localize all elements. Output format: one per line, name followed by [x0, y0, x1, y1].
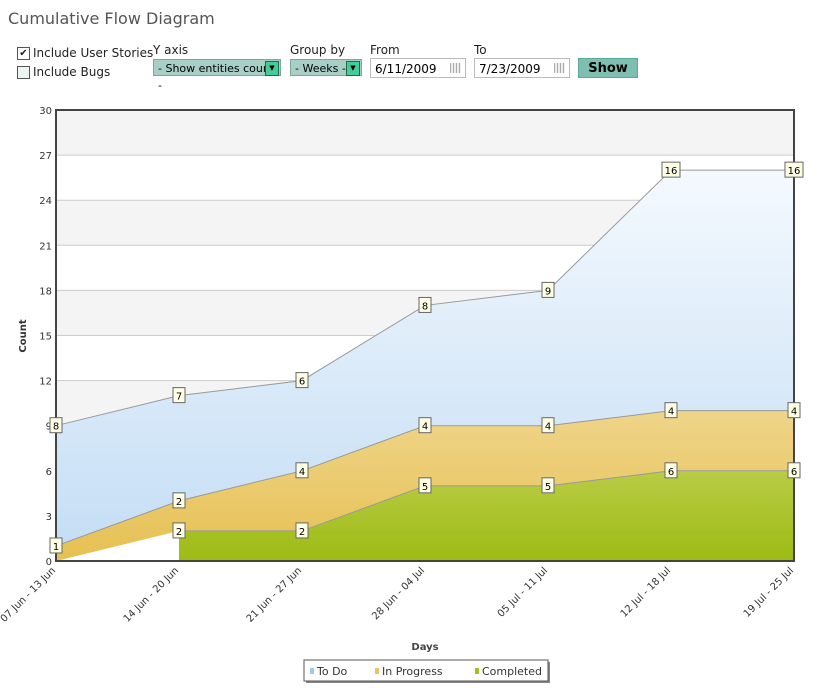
- y-tick-label: 3: [46, 512, 52, 523]
- data-label-in-progress: 4: [668, 407, 674, 418]
- data-label-to-do: 16: [665, 166, 678, 177]
- data-label-to-do: 8: [53, 422, 59, 433]
- x-tick-label: 05 Jul - 11 Jul: [496, 565, 550, 619]
- y-tick-label: 21: [39, 241, 52, 252]
- legend-swatch: [475, 668, 479, 674]
- legend-swatch: [310, 668, 314, 674]
- y-tick-label: 18: [39, 286, 52, 297]
- data-label-in-progress: 1: [53, 542, 59, 553]
- data-label-completed: 6: [791, 467, 797, 478]
- y-axis-title: Count: [18, 319, 29, 352]
- legend-swatch: [375, 668, 379, 674]
- legend-item: To Do: [316, 665, 348, 678]
- cumulative-flow-chart: 0369121518212427308172264284594516461646…: [0, 106, 804, 683]
- data-label-completed: 5: [422, 482, 428, 493]
- x-tick-label: 19 Jul - 25 Jul: [742, 565, 796, 619]
- data-label-to-do: 8: [422, 301, 428, 312]
- y-tick-label: 24: [39, 196, 52, 207]
- data-label-in-progress: 4: [791, 407, 797, 418]
- data-label-in-progress: 4: [545, 422, 551, 433]
- y-tick-label: 30: [39, 106, 52, 117]
- x-tick-label: 14 Jun - 20 Jun: [122, 565, 181, 624]
- legend-item: In Progress: [382, 665, 443, 678]
- data-label-completed: 2: [299, 527, 305, 538]
- data-label-to-do: 6: [299, 377, 305, 388]
- y-tick-label: 12: [39, 377, 52, 388]
- x-tick-label: 07 Jun - 13 Jun: [0, 565, 58, 624]
- x-tick-label: 28 Jun - 04 Jul: [370, 565, 427, 622]
- data-label-in-progress: 2: [176, 497, 182, 508]
- x-axis-title: Days: [411, 642, 438, 653]
- data-label-completed: 5: [545, 482, 551, 493]
- data-label-to-do: 16: [788, 166, 801, 177]
- y-tick-label: 27: [39, 151, 52, 162]
- grid-band: [56, 110, 794, 156]
- data-label-to-do: 7: [176, 392, 182, 403]
- data-label-to-do: 9: [545, 286, 551, 297]
- data-label-in-progress: 4: [299, 467, 305, 478]
- y-tick-label: 6: [46, 467, 52, 478]
- x-tick-label: 21 Jun - 27 Jun: [245, 565, 304, 624]
- data-label-in-progress: 4: [422, 422, 428, 433]
- legend-item: Completed: [482, 665, 542, 678]
- data-label-completed: 6: [668, 467, 674, 478]
- data-label-completed: 2: [176, 527, 182, 538]
- y-tick-label: 15: [39, 332, 52, 343]
- x-tick-label: 12 Jul - 18 Jul: [619, 565, 673, 619]
